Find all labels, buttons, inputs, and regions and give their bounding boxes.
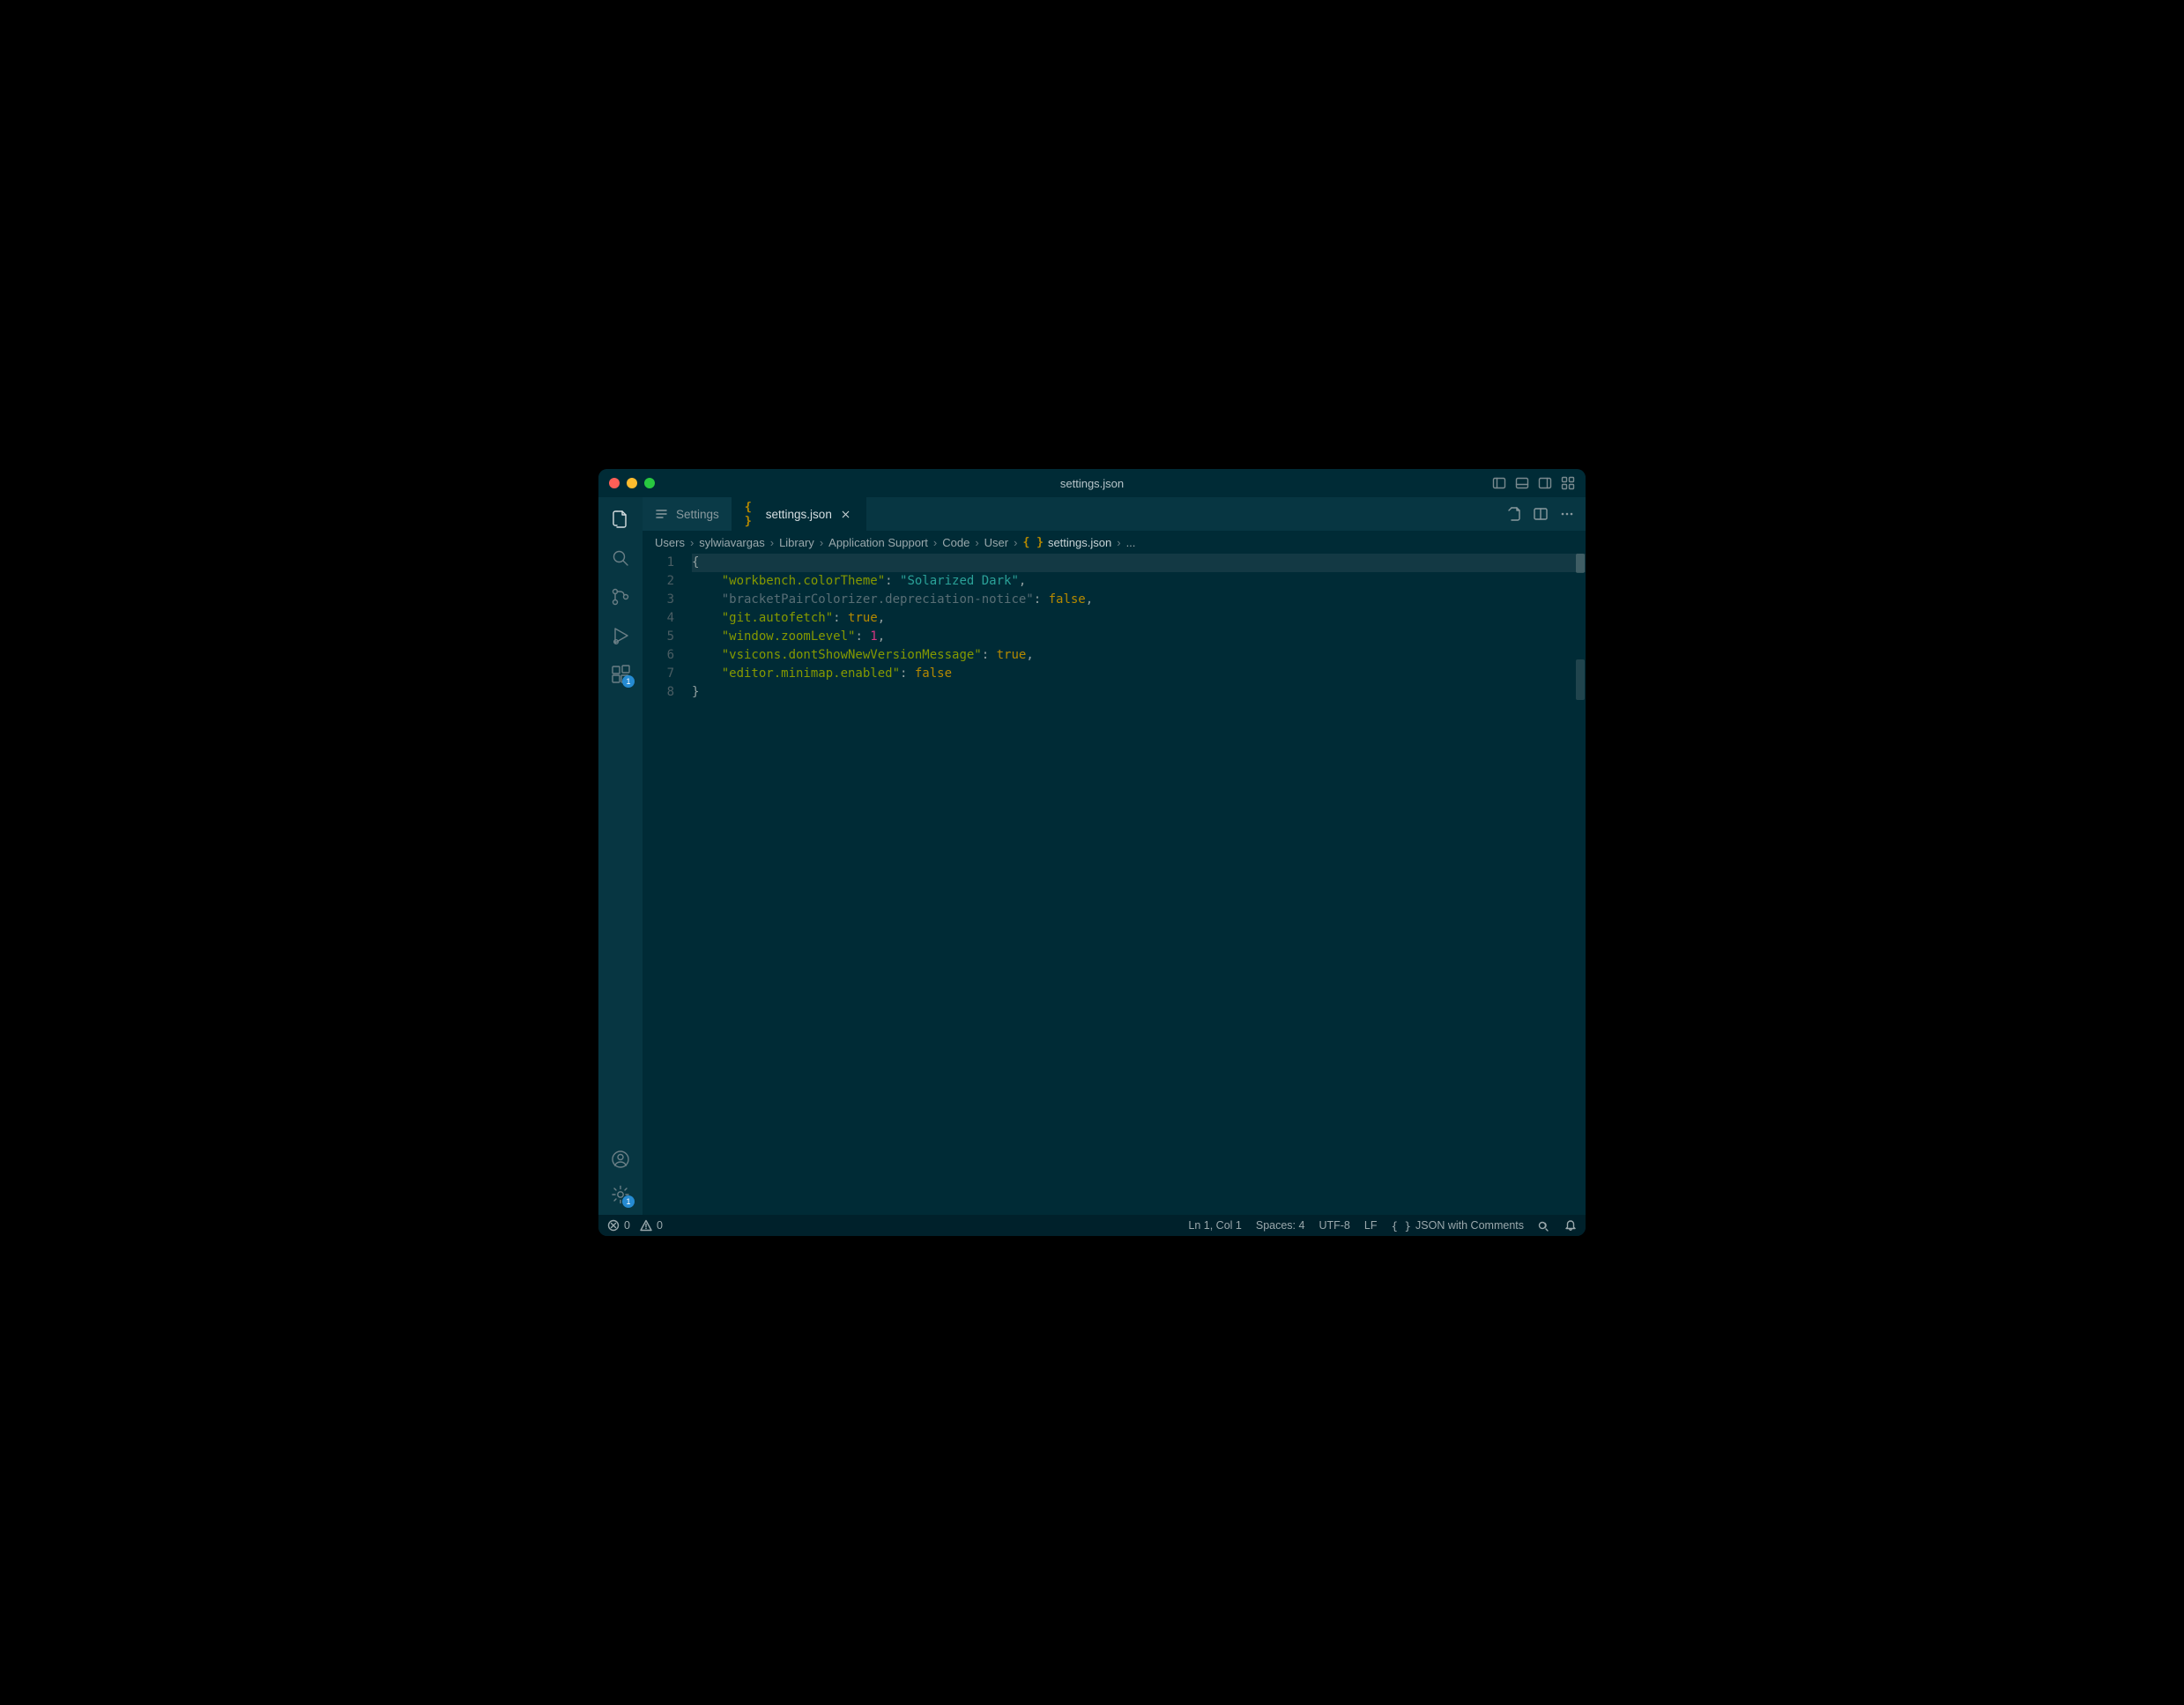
tab-label: Settings [676,508,719,521]
minimize-window-button[interactable] [627,478,637,488]
more-actions-icon[interactable] [1559,506,1575,522]
breadcrumb[interactable]: Users › sylwiavargas › Library › Applica… [643,531,1586,554]
eol-status[interactable]: LF [1364,1219,1378,1232]
extensions-badge: 1 [622,675,635,688]
tab-label: settings.json [766,508,832,521]
crumb[interactable]: Users [655,536,685,549]
title-bar: settings.json [598,469,1586,497]
crumb[interactable]: Code [942,536,969,549]
code-content[interactable]: { "workbench.colorTheme": "Solarized Dar… [692,554,1586,1215]
json-braces-icon: { } [745,507,759,521]
notifications-icon[interactable] [1564,1219,1577,1232]
error-count: 0 [624,1219,630,1232]
source-control-icon[interactable] [609,585,632,608]
chevron-right-icon: › [975,536,978,549]
crumb-file[interactable]: { } settings.json [1022,536,1111,549]
crumb[interactable]: User [984,536,1008,549]
extensions-icon[interactable]: 1 [609,663,632,686]
tab-settings[interactable]: Settings [643,497,732,531]
cursor-position[interactable]: Ln 1, Col 1 [1188,1219,1241,1232]
chevron-right-icon: › [820,536,823,549]
toggle-primary-sidebar-icon[interactable] [1492,476,1506,490]
customize-layout-icon[interactable] [1561,476,1575,490]
explorer-icon[interactable] [609,508,632,531]
scrollbar-track[interactable] [1575,554,1586,1215]
run-debug-icon[interactable] [609,624,632,647]
code-editor[interactable]: 12345678 { "workbench.colorTheme": "Sola… [643,554,1586,1215]
crumb[interactable]: sylwiavargas [699,536,764,549]
manage-badge: 1 [622,1195,635,1208]
manage-icon[interactable]: 1 [609,1183,632,1206]
vscode-window: settings.json [598,469,1586,1236]
json-braces-icon: { } [1022,536,1043,549]
tab-settings-json[interactable]: { } settings.json [732,497,866,531]
chevron-right-icon: › [1014,536,1017,549]
layout-controls [1492,476,1586,490]
chevron-right-icon: › [1117,536,1120,549]
status-bar: 0 0 Ln 1, Col 1 Spaces: 4 UTF-8 LF { } J… [598,1215,1586,1236]
crumb-trailing[interactable]: ... [1126,536,1136,549]
scrollbar-thumb[interactable] [1576,554,1585,573]
crumb[interactable]: Library [779,536,814,549]
feedback-icon[interactable] [1538,1219,1550,1232]
crumb[interactable]: Application Support [828,536,928,549]
window-title: settings.json [1060,477,1124,490]
toggle-panel-icon[interactable] [1515,476,1529,490]
problems-status[interactable]: 0 0 [607,1219,663,1232]
activity-bar: 1 1 [598,497,643,1215]
language-mode[interactable]: { } JSON with Comments [1391,1219,1524,1232]
editor-group: Settings { } settings.json Users [643,497,1586,1215]
json-braces-icon: { } [1391,1219,1411,1232]
maximize-window-button[interactable] [644,478,655,488]
line-gutter: 12345678 [643,554,692,1215]
accounts-icon[interactable] [609,1148,632,1171]
indentation-status[interactable]: Spaces: 4 [1256,1219,1305,1232]
encoding-status[interactable]: UTF-8 [1319,1219,1349,1232]
settings-list-icon [655,507,669,521]
chevron-right-icon: › [933,536,937,549]
warning-count: 0 [657,1219,663,1232]
editor-tabs: Settings { } settings.json [643,497,1586,531]
overview-ruler-mark [1576,659,1585,700]
open-changes-icon[interactable] [1506,506,1522,522]
search-icon[interactable] [609,547,632,570]
split-editor-icon[interactable] [1533,506,1549,522]
traffic-lights [598,478,655,488]
chevron-right-icon: › [690,536,694,549]
close-window-button[interactable] [609,478,620,488]
chevron-right-icon: › [770,536,774,549]
close-tab-icon[interactable] [839,507,853,521]
toggle-secondary-sidebar-icon[interactable] [1538,476,1552,490]
